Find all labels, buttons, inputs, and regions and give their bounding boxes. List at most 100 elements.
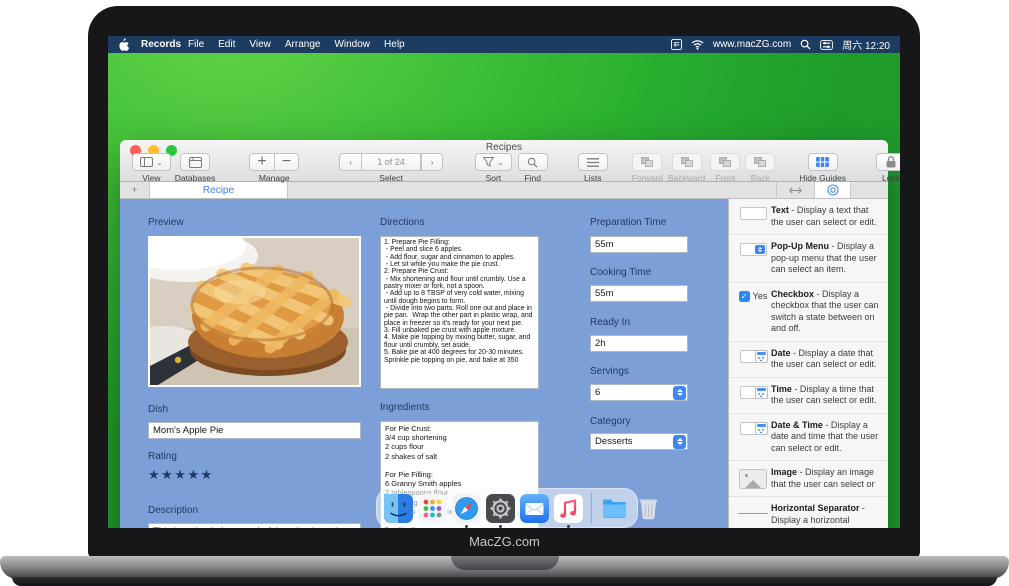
trash-icon[interactable] <box>634 494 663 523</box>
datetime-field-icon <box>740 422 767 435</box>
select-control: ‹ 1 of 24 › Select <box>339 153 443 183</box>
ingredients-label: Ingredients <box>380 402 429 413</box>
mail-icon[interactable] <box>520 494 549 523</box>
ready-in-input[interactable]: 2h <box>590 335 688 352</box>
finder-icon[interactable] <box>384 494 413 523</box>
tab-recipe[interactable]: Recipe <box>150 182 288 198</box>
inspector-item[interactable]: ✓Yes Checkbox - Display a checkbox that … <box>729 283 888 342</box>
records-window: Recipes ⌄ View Databases + − <box>120 140 888 528</box>
lock-button[interactable]: Lock <box>876 153 900 183</box>
manage-buttons: + − Manage <box>249 153 299 183</box>
category-popup[interactable]: Desserts <box>590 433 688 450</box>
ready-in-label: Ready In <box>590 317 630 328</box>
inspector-item[interactable]: Pop-Up Menu - Display a pop-up menu that… <box>729 235 888 283</box>
prep-time-input[interactable]: 55m <box>590 236 688 253</box>
cooking-time-label: Cooking Time <box>590 267 651 278</box>
macbook-lid-notch <box>451 556 559 570</box>
apple-pie-photo <box>150 238 359 385</box>
popup-menu-icon <box>740 243 767 256</box>
music-icon[interactable] <box>554 494 583 523</box>
wifi-icon[interactable] <box>691 40 704 50</box>
search-icon[interactable] <box>800 39 811 50</box>
field-inspector: Text - Display a text that the user can … <box>728 199 888 528</box>
dock-separator <box>591 493 592 523</box>
menu-clock[interactable]: 周六 12:20 <box>842 37 890 52</box>
view-button[interactable]: ⌄ View <box>132 153 171 183</box>
description-label: Description <box>148 505 198 516</box>
next-record-button[interactable]: › <box>421 153 443 171</box>
record-counter: 1 of 24 <box>361 153 421 171</box>
input-source-icon[interactable] <box>671 39 682 50</box>
menu-status-url[interactable]: www.macZG.com <box>713 39 791 50</box>
rating-label: Rating <box>148 451 177 462</box>
forward-button[interactable]: Forward <box>632 153 663 183</box>
date-field-icon <box>740 350 767 363</box>
stepper-icon <box>673 435 686 449</box>
menu-item[interactable]: File <box>188 39 204 50</box>
screen: Records File Edit View Arrange Window Help ww… <box>108 36 900 528</box>
inspector-item[interactable]: Date - Display a date that the user can … <box>729 342 888 378</box>
move-mode-icon[interactable] <box>777 182 814 198</box>
add-record-button[interactable]: + <box>249 153 273 171</box>
dish-input[interactable]: Mom's Apple Pie <box>148 422 361 439</box>
category-label: Category <box>590 416 631 427</box>
servings-popup[interactable]: 6 <box>590 384 688 401</box>
menu-items: File Edit View Arrange Window Help <box>188 39 405 50</box>
inspector-item[interactable]: Horizontal Separator - Display a horizon… <box>729 497 888 528</box>
macbook-base-edge <box>12 577 997 586</box>
dish-label: Dish <box>148 404 168 415</box>
sort-button[interactable]: ⌄ Sort <box>475 153 512 183</box>
delete-record-button[interactable]: − <box>274 153 299 171</box>
toolbar: ⌄ View Databases + − Manage <box>120 153 888 182</box>
system-preferences-icon[interactable] <box>486 494 515 523</box>
watermark-text: MacZG.com <box>0 534 1009 549</box>
stepper-icon <box>673 386 686 400</box>
front-button[interactable]: Front <box>710 153 740 183</box>
inspector-item[interactable]: Text - Display a text that the user can … <box>729 199 888 235</box>
time-field-icon <box>740 386 767 399</box>
horizontal-separator-icon <box>738 513 768 514</box>
target-mode-icon[interactable] <box>814 182 851 198</box>
hide-guides-button[interactable]: Hide Guides <box>799 153 846 183</box>
text-field-icon <box>740 207 767 220</box>
servings-label: Servings <box>590 366 629 377</box>
safari-icon[interactable] <box>452 494 481 523</box>
menu-app-name[interactable]: Records <box>141 39 181 50</box>
window-header: Recipes ⌄ View Databases + − <box>120 140 888 182</box>
inspector-item[interactable]: Image - Display an image that the user c… <box>729 461 888 497</box>
prep-time-label: Preparation Time <box>590 217 666 228</box>
menu-item[interactable]: View <box>249 39 271 50</box>
preview-label: Preview <box>148 217 184 228</box>
tab-bar: + Recipe <box>120 182 888 199</box>
menu-item[interactable]: Window <box>334 39 370 50</box>
switch-icon[interactable] <box>820 40 833 50</box>
back-button[interactable]: Back <box>745 153 775 183</box>
menu-item[interactable]: Help <box>384 39 405 50</box>
directions-label: Directions <box>380 217 424 228</box>
launchpad-icon[interactable] <box>418 494 447 523</box>
window-title: Recipes <box>120 142 888 153</box>
dock <box>376 488 638 528</box>
databases-button[interactable]: Databases <box>175 153 216 183</box>
lists-button[interactable]: Lists <box>578 153 608 183</box>
rating-stars[interactable]: ★★★★★ <box>148 467 214 483</box>
cooking-time-input[interactable]: 55m <box>590 285 688 302</box>
preview-image-well[interactable] <box>148 236 361 387</box>
menu-item[interactable]: Edit <box>218 39 235 50</box>
menu-bar: Records File Edit View Arrange Window Help ww… <box>108 36 900 53</box>
previous-record-button[interactable]: ‹ <box>339 153 361 171</box>
record-form: Preview <box>120 199 728 528</box>
add-tab-button[interactable]: + <box>120 182 150 198</box>
description-input[interactable]: This is a simple but wonderful apple pie… <box>148 523 361 528</box>
checkbox-icon: ✓Yes <box>739 291 768 302</box>
find-button[interactable]: Find <box>518 153 548 183</box>
folder-icon[interactable] <box>600 494 629 523</box>
directions-textarea[interactable]: 1. Prepare Pie Filling: - Peel and slice… <box>380 236 539 389</box>
page: Records File Edit View Arrange Window Help ww… <box>0 0 1009 586</box>
backward-button[interactable]: Backward <box>668 153 705 183</box>
apple-menu-icon[interactable] <box>118 38 129 51</box>
inspector-item[interactable]: Time - Display a time that the user can … <box>729 378 888 414</box>
image-well-icon <box>739 469 767 489</box>
inspector-item[interactable]: Date & Time - Display a date and time th… <box>729 414 888 462</box>
menu-item[interactable]: Arrange <box>285 39 321 50</box>
